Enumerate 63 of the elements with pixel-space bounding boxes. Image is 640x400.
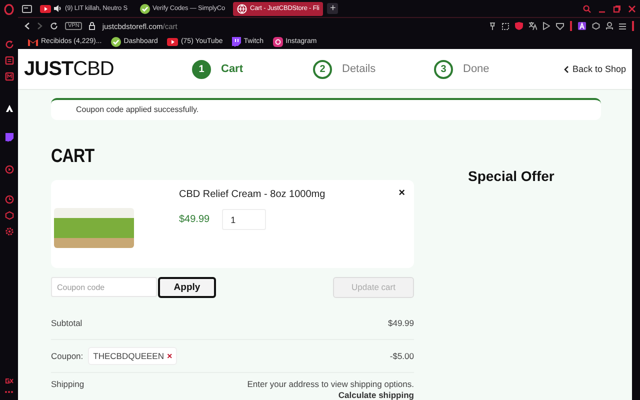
play-icon [166,38,178,46]
product-name[interactable]: CBD Relief Cream - 8oz 1000mg [179,189,326,200]
pin-icon[interactable] [489,22,496,30]
check-icon [140,4,150,14]
cube-icon[interactable] [4,211,14,220]
site-logo[interactable]: JUSTCBD [24,58,192,80]
clock-icon[interactable] [4,195,14,204]
step-label[interactable]: Cart [221,63,244,75]
apply-coupon-button[interactable]: Apply [158,276,216,298]
coupon-code: THECBDQUEEEN [93,351,164,361]
square-icon[interactable] [502,22,509,30]
play-icon [40,4,51,12]
product-price: $49.99 [179,214,210,225]
step-label[interactable]: Details [342,63,376,75]
special-offer-heading: Special Offer [468,168,554,184]
remove-coupon-button[interactable]: × [166,351,172,361]
total-label: Subtotal [51,318,82,328]
new-tab-button[interactable]: + [327,3,338,14]
discount-value: -$5.00 [390,351,414,361]
peak-icon[interactable] [4,104,14,112]
cube-icon[interactable] [592,22,600,30]
shield-icon[interactable] [515,22,523,30]
step-number[interactable]: 1 [192,60,211,78]
lock-icon [89,22,96,30]
play-circle-icon[interactable] [4,165,14,174]
shipping-message: Enter your address to view shipping options. [247,379,414,389]
total-label: Shipping [51,379,84,389]
cart-heading: CART [51,146,96,168]
calculate-shipping-link[interactable]: Calculate shipping [338,390,414,400]
success-notice: Coupon code applied successfully. [51,98,601,120]
send-icon[interactable] [543,22,550,30]
close-icon[interactable] [628,4,636,12]
tab-list-icon[interactable] [22,4,32,12]
total-value: $49.99 [388,318,414,328]
step-number[interactable]: 3 [434,60,453,78]
letter-a-icon[interactable] [578,22,586,30]
square-icon[interactable] [4,56,14,65]
search-icon[interactable] [583,4,591,12]
restore-icon[interactable] [613,4,621,12]
translate-icon[interactable] [529,22,537,30]
back-icon[interactable] [24,22,30,30]
total-label: Coupon: [51,351,84,361]
chat-bubble-icon[interactable] [4,133,14,142]
quantity-field[interactable]: 1 [222,209,266,230]
forward-icon[interactable] [37,22,43,30]
square-icon[interactable] [4,72,14,81]
mail-icon [28,38,38,46]
profile-icon[interactable] [606,22,613,30]
check-icon [110,36,121,46]
camera-icon [272,36,283,46]
reload-icon[interactable] [50,22,58,30]
back-to-shop-link[interactable]: Back to Shop [564,64,626,74]
chevron-left-icon [564,66,570,72]
chat-bubble-icon [232,36,241,46]
step-label[interactable]: Done [463,63,490,75]
refresh-icon[interactable] [4,40,14,49]
gx-logo-icon[interactable] [4,378,14,384]
globe-icon [237,4,247,14]
menu-icon[interactable] [619,22,626,30]
step-number[interactable]: 2 [313,60,332,78]
remove-item-button[interactable]: × [398,187,405,199]
coupon-code-field[interactable]: Coupon code [51,277,157,297]
ring-logo-icon[interactable] [4,4,14,15]
